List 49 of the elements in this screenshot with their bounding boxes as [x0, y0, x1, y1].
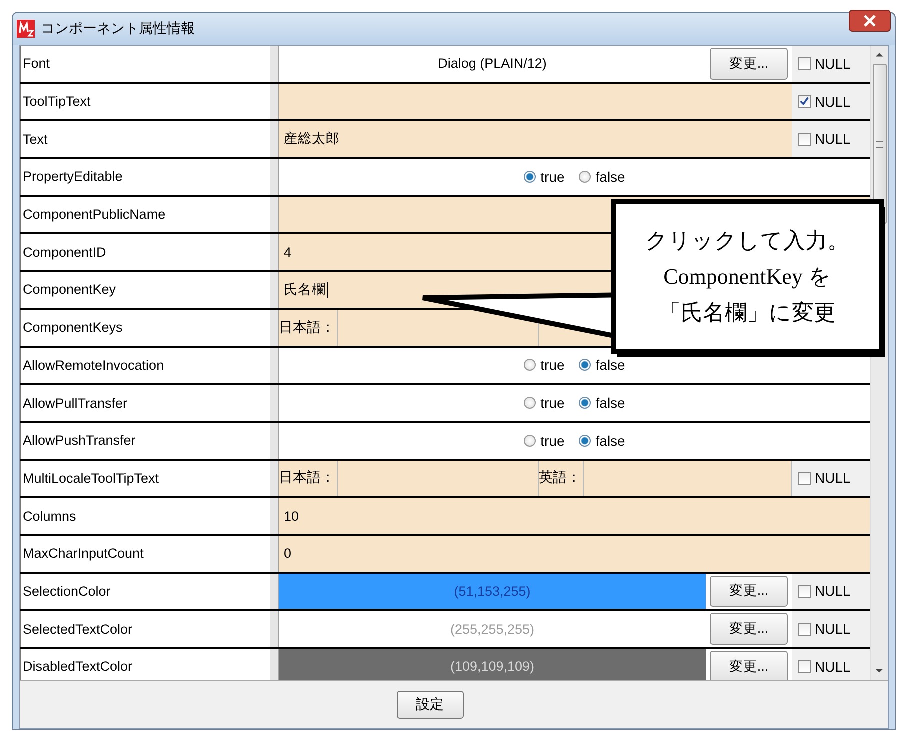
property-name: ToolTipText [20, 84, 278, 120]
radio-option[interactable]: true [524, 395, 565, 412]
property-name: Columns [20, 498, 278, 534]
property-name: SelectedTextColor [20, 611, 278, 647]
change-button[interactable]: 変更... [710, 576, 788, 608]
scroll-down-icon[interactable] [875, 668, 884, 674]
radio-option[interactable]: false [578, 168, 626, 185]
property-name: PropertyEditable [20, 159, 278, 195]
input-field[interactable]: 0 [279, 536, 870, 572]
property-name: AllowPushTransfer [20, 422, 278, 459]
property-name: ComponentPublicName [20, 196, 278, 232]
radio-option[interactable]: true [524, 432, 565, 449]
property-name: AllowRemoteInvocation [20, 348, 278, 384]
field-label: 日本語： [279, 460, 338, 496]
scroll-up-icon[interactable] [875, 52, 884, 58]
change-button[interactable]: 変更... [710, 48, 788, 80]
property-value: (109,109,109) [279, 649, 706, 680]
radio-option[interactable]: true [524, 357, 565, 374]
property-name: Text [20, 121, 278, 158]
property-name: MultiLocaleToolTipText [20, 460, 278, 496]
field-label: 英語： [539, 460, 584, 496]
input-field[interactable] [584, 460, 792, 496]
input-field[interactable] [338, 460, 539, 496]
property-name: ComponentKey [20, 272, 278, 308]
input-field[interactable] [338, 310, 539, 346]
input-field[interactable] [279, 84, 792, 120]
set-button[interactable]: 設定 [396, 690, 464, 718]
property-name: Font [20, 46, 278, 82]
property-name: ComponentID [20, 234, 278, 270]
property-name: MaxCharInputCount [20, 536, 278, 572]
field-label: 日本語： [279, 310, 338, 346]
radio-option[interactable]: false [578, 357, 626, 374]
checkmark-icon [799, 96, 810, 108]
property-value: (51,153,255) [279, 574, 706, 610]
change-button[interactable]: 変更... [710, 651, 788, 680]
radio-option[interactable]: false [578, 432, 626, 449]
app-logo-icon [17, 20, 35, 38]
callout-text: 「氏名欄」に変更 [659, 298, 836, 326]
radio-option[interactable]: false [578, 395, 626, 412]
property-name: ComponentKeys [20, 310, 278, 346]
window-title: コンポーネント属性情報 [41, 20, 196, 38]
change-button[interactable]: 変更... [710, 613, 788, 645]
radio-option[interactable]: true [524, 168, 565, 185]
property-name: DisabledTextColor [20, 649, 278, 680]
property-name: SelectionColor [20, 574, 278, 610]
input-field[interactable]: 10 [279, 498, 870, 534]
close-icon[interactable] [849, 10, 891, 32]
input-field[interactable]: 産総太郎 [279, 121, 792, 158]
property-name: AllowPullTransfer [20, 385, 278, 421]
